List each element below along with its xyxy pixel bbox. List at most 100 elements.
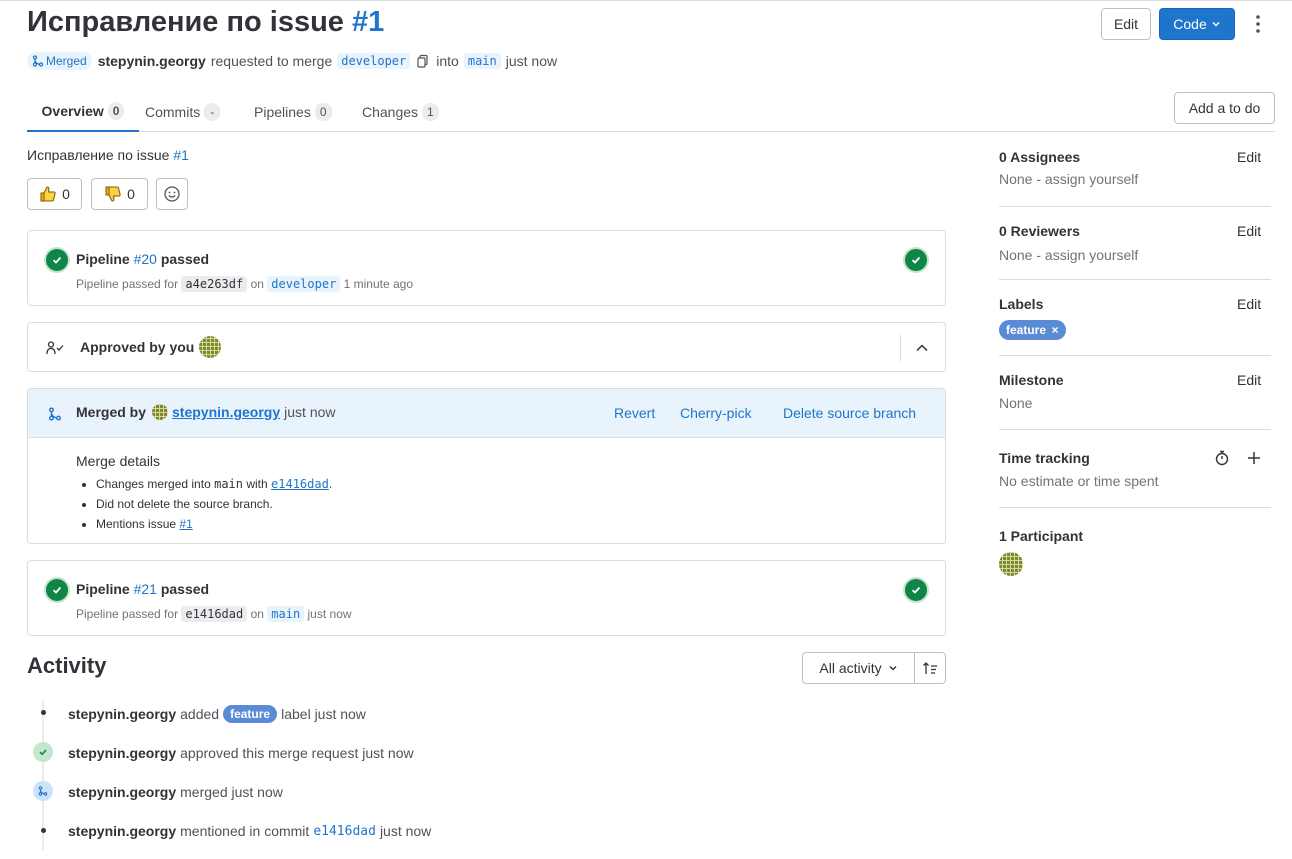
milestone-edit-button[interactable]: Edit [1237,372,1261,388]
reviewers-value[interactable]: None - assign yourself [999,247,1138,263]
reviewers-edit-button[interactable]: Edit [1237,223,1261,239]
revert-button[interactable]: Revert [614,405,655,421]
tab-overview[interactable]: Overview 0 [27,92,139,132]
tab-changes[interactable]: Changes 1 [362,92,439,132]
pipeline-status-icon[interactable] [46,579,68,601]
pipeline-detail: Pipeline passed for e1416dad on main jus… [76,606,352,622]
title-issue-link[interactable]: #1 [352,6,384,38]
assignees-value[interactable]: None - assign yourself [999,171,1138,187]
more-actions-icon[interactable] [1252,14,1264,34]
pipeline-on-text: on [250,277,264,291]
pipeline-status-icon[interactable] [46,249,68,271]
merge-details-title: Merge details [76,453,161,469]
chevron-up-icon[interactable] [915,341,929,355]
add-todo-button[interactable]: Add a to do [1174,92,1275,124]
participants-title: 1 Participant [999,528,1084,544]
tab-pipelines[interactable]: Pipelines 0 [254,92,332,132]
status-badge-label: Merged [46,54,87,68]
mentions-issue-link[interactable]: #1 [179,517,192,531]
participant-avatar[interactable] [999,552,1023,576]
tab-commits[interactable]: Commits - [145,92,221,132]
activity-label-badge[interactable]: feature [223,705,278,723]
activity-filter-dropdown[interactable]: All activity [802,652,915,684]
merge-detail-item: Changes merged into main with e1416dad. [96,474,332,494]
activity-item: stepynin.georgy merged just now [68,781,283,803]
target-branch[interactable]: main [463,53,501,69]
remove-label-icon[interactable] [1051,326,1059,334]
activity-text: merged just now [180,784,283,800]
activity-user[interactable]: stepynin.georgy [68,784,176,800]
pipeline-on-text: on [250,607,264,621]
timeline-approved-icon [33,742,53,762]
cherry-pick-button[interactable]: Cherry-pick [680,405,752,421]
tab-overview-count: 0 [107,102,125,120]
merge-detail-with: with [246,477,268,491]
merge-detail-prefix: Changes merged into [96,477,211,491]
time-tracking-title: Time tracking [999,450,1090,466]
activity-user[interactable]: stepynin.georgy [68,823,176,839]
labels-edit-button[interactable]: Edit [1237,296,1261,312]
sort-direction-button[interactable] [914,652,946,684]
merge-details-list: Changes merged into main with e1416dad. … [96,474,332,534]
merge-commit-link[interactable]: e1416dad [271,477,329,491]
plus-icon[interactable] [1247,451,1261,465]
pipeline-stage-icon[interactable] [905,579,927,601]
sidebar-divider [999,206,1271,207]
sidebar-divider [999,507,1271,508]
thumbs-down-icon [105,186,121,202]
thumbs-down-count: 0 [127,186,135,202]
assignees-edit-button[interactable]: Edit [1237,149,1261,165]
thumbs-up-button[interactable]: 0 [27,178,82,210]
thumbs-down-button[interactable]: 0 [91,178,148,210]
pipeline-link[interactable]: #21 [134,581,157,597]
sidebar-divider [999,279,1271,280]
description-text: Исправление по issue [27,147,170,163]
approval-divider [900,335,901,361]
pipeline-link[interactable]: #20 [134,251,157,267]
activity-user[interactable]: stepynin.georgy [68,745,176,761]
activity-text-end: just now [379,823,432,839]
pipeline-branch[interactable]: main [267,606,305,622]
tab-overview-label: Overview [41,103,104,119]
delete-source-branch-button[interactable]: Delete source branch [783,405,916,421]
pipeline-stage-icon[interactable] [905,249,927,271]
sort-icon [923,662,937,674]
author-link[interactable]: stepynin.georgy [98,53,206,69]
pipeline-prefix: Pipeline [76,251,130,267]
merger-link[interactable]: stepynin.georgy [172,404,280,420]
pipeline-commit[interactable]: a4e263df [181,276,248,292]
approval-text: Approved by you [80,339,195,355]
pipeline-card-20: Pipeline #20 passed Pipeline passed for … [27,230,946,306]
merged-card: Merged by stepynin.georgy just now Rever… [27,388,946,544]
add-todo-label: Add a to do [1188,100,1261,116]
label-pill[interactable]: feature [999,320,1067,340]
stopwatch-icon[interactable] [1214,450,1230,466]
activity-commit-link[interactable]: e1416dad [313,824,376,839]
sidebar-divider [999,355,1271,356]
merger-avatar[interactable] [152,404,169,420]
tab-pipelines-count: 0 [314,103,332,121]
activity-user[interactable]: stepynin.georgy [68,706,176,722]
add-reaction-button[interactable] [156,178,188,210]
mr-description: Исправление по issue #1 [27,147,189,163]
approval-icon [46,341,64,355]
merge-detail-end: . [328,477,333,491]
chevron-down-icon [1212,21,1220,27]
pipeline-branch[interactable]: developer [267,276,341,292]
source-branch[interactable]: developer [337,53,411,69]
code-dropdown-button[interactable]: Code [1159,8,1235,40]
copy-icon[interactable] [416,54,430,68]
merge-icon [32,55,44,67]
activity-filter-label: All activity [819,660,882,676]
milestone-title: Milestone [999,372,1064,388]
sidebar-divider [999,429,1271,430]
pipeline-detail-prefix: Pipeline passed for [76,277,179,291]
description-issue-link[interactable]: #1 [173,147,189,163]
pipeline-prefix: Pipeline [76,581,130,597]
edit-button[interactable]: Edit [1101,8,1151,40]
pipeline-commit[interactable]: e1416dad [181,606,248,622]
activity-text-end: label just now [281,706,366,722]
activity-text: added [180,706,220,722]
activity-text: mentioned in commit [180,823,310,839]
approver-avatar[interactable] [199,336,221,358]
